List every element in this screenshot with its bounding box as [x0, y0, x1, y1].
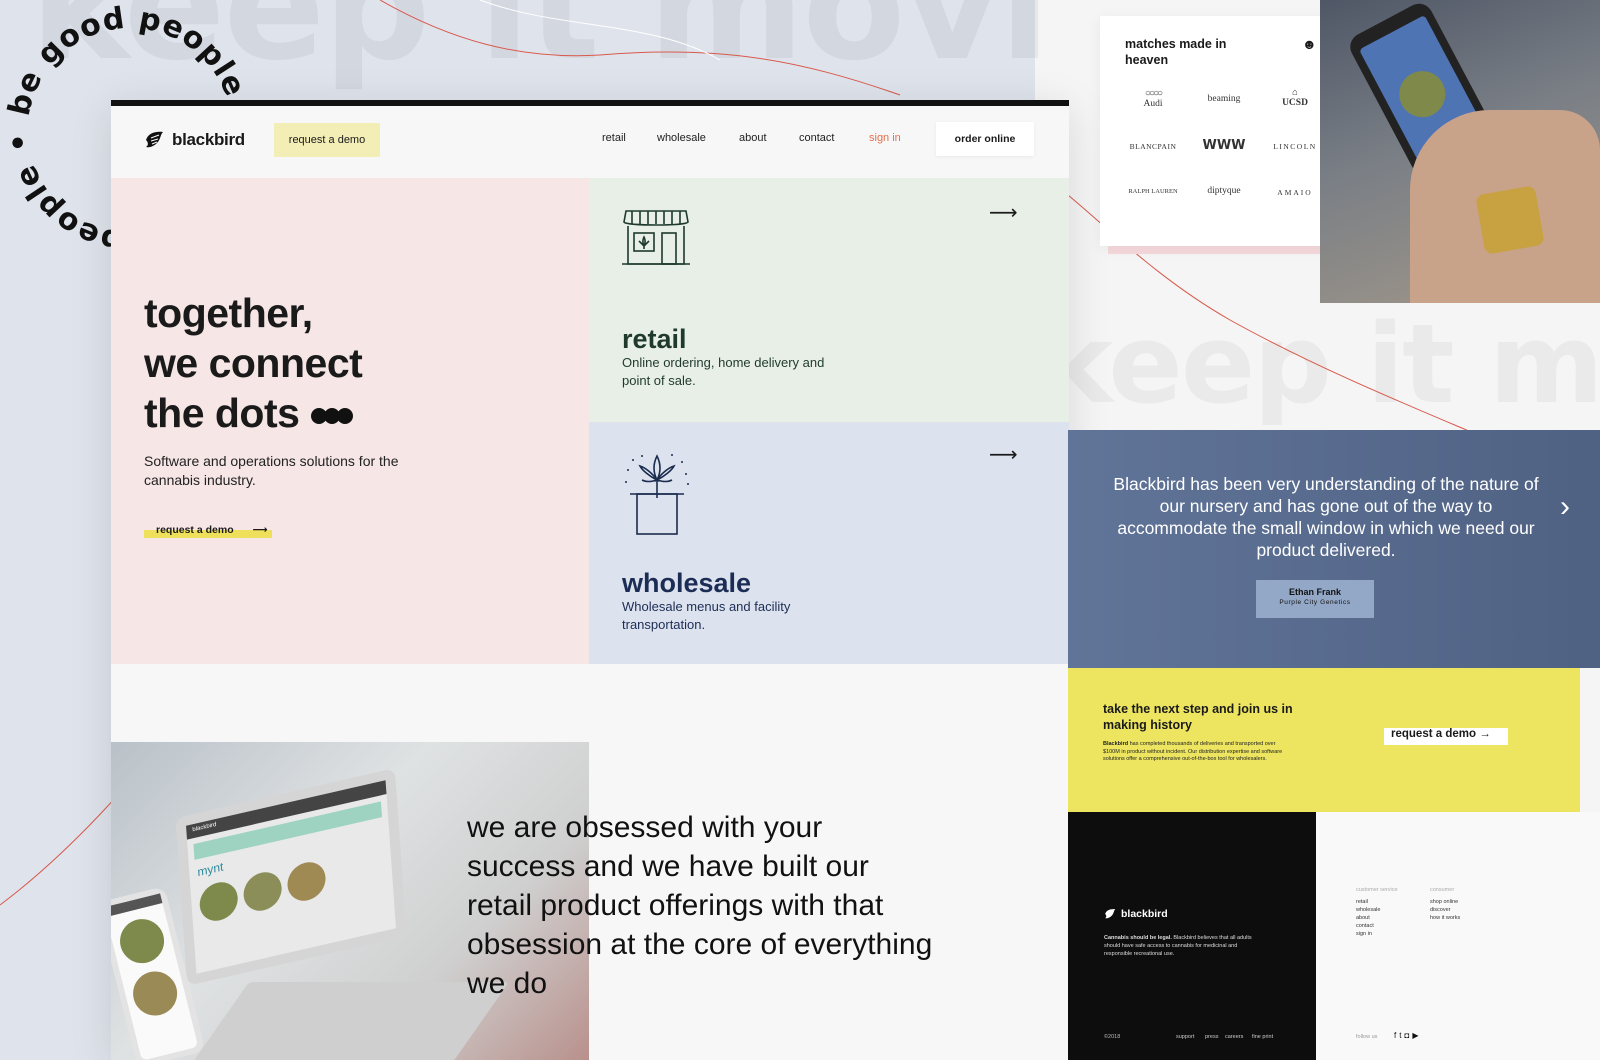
footer-copyright: ©2018	[1104, 1034, 1121, 1040]
footer-link-contact[interactable]: contact	[1356, 922, 1380, 930]
cta-body-bold: Blackbird	[1103, 741, 1129, 747]
request-demo-button[interactable]: request a demo	[274, 123, 380, 157]
arrow-right-icon[interactable]: ⟶	[989, 200, 1018, 225]
hero-request-demo-label: request a demo	[156, 524, 234, 536]
footer-link-discover[interactable]: discover	[1430, 906, 1460, 914]
ghost-headline-right: keep it mov	[1040, 300, 1600, 428]
sign-in-link[interactable]: sign in	[869, 132, 901, 144]
hero-request-demo-link[interactable]: request a demo ⟶	[144, 524, 272, 538]
footer-tagline: Cannabis should be legal. Blackbird beli…	[1104, 934, 1254, 958]
brand-logo-ralph-lauren: RALPH LAUREN	[1128, 188, 1178, 195]
wholesale-title: wholesale	[622, 568, 752, 598]
nav-link-retail[interactable]: retail	[602, 132, 626, 144]
cta-title: take the next step and join us in making…	[1103, 702, 1293, 732]
brands-card: matches made in heaven ☻ ○○○○ Audi beamin…	[1100, 16, 1348, 246]
footer-consumer-heading: consumer	[1430, 887, 1455, 893]
footer-light: customer service retail wholesale about …	[1316, 812, 1600, 1060]
footer-link-press[interactable]: press	[1205, 1034, 1218, 1040]
footer-link-wholesale[interactable]: wholesale	[1356, 906, 1380, 914]
website-mockup: blackbird request a demo retail wholesal…	[111, 100, 1069, 1060]
top-nav: blackbird request a demo retail wholesal…	[111, 106, 1069, 178]
cta-request-demo-button[interactable]: request a demo →	[1384, 728, 1508, 745]
hero-title-line-1: together,	[144, 290, 313, 336]
smiley-icon: ☻	[1302, 36, 1317, 52]
footer-logo-text: blackbird	[1121, 908, 1168, 920]
hero-title-line-3-wrap: the dots	[144, 388, 362, 438]
cta-section: take the next step and join us in making…	[1068, 668, 1580, 812]
wholesale-description: Wholesale menus and facility transportat…	[622, 599, 791, 632]
brands-title: matches made in heaven	[1125, 37, 1227, 67]
storefront-icon	[622, 210, 690, 265]
nav-link-about[interactable]: about	[739, 132, 767, 144]
footer-link-careers[interactable]: careers	[1225, 1034, 1243, 1040]
footer-link-how-it-works[interactable]: how it works	[1430, 914, 1460, 922]
arrow-right-icon: ⟶	[252, 524, 268, 536]
retail-card[interactable]: ⟶ retail Online ordering, home delivery …	[589, 178, 1069, 422]
social-icons: ft◘▶	[1394, 1031, 1421, 1040]
brand-logo-beaming: beaming	[1207, 94, 1241, 104]
hero-title-line-2: we connect	[144, 340, 363, 386]
footer-customer-service-list: retail wholesale about contact sign in	[1356, 898, 1380, 938]
cta-body: Blackbird has completed thousands of del…	[1103, 741, 1283, 764]
nav-link-wholesale[interactable]: wholesale	[657, 132, 706, 144]
footer-link-sign-in[interactable]: sign in	[1356, 930, 1380, 938]
hero-title-line-3: the dots	[144, 390, 300, 436]
blackbird-logo-icon	[1105, 909, 1116, 919]
wholesale-card[interactable]: ⟶ wholesale Wholesale menus and facility…	[589, 422, 1069, 664]
cta-body-text: has completed thousands of deliveries an…	[1103, 741, 1283, 762]
footer-logo[interactable]: blackbird	[1104, 908, 1168, 920]
footer-consumer-list: shop online discover how it works	[1430, 898, 1460, 922]
testimonial-quote: Blackbird has been very understanding of…	[1113, 474, 1539, 560]
chevron-right-icon[interactable]: ›	[1560, 490, 1570, 524]
phone-in-hand-photo	[1320, 0, 1600, 303]
brand-logo-blancpain: BLANCPAIN	[1129, 142, 1177, 151]
hero-title: together, we connect the dots	[144, 288, 363, 438]
arrow-right-icon[interactable]: ⟶	[989, 442, 1018, 467]
hero-subtitle: Software and operations solutions for th…	[144, 453, 399, 488]
testimonial-author-name: Ethan Frank	[1288, 587, 1341, 597]
testimonial-section: Blackbird has been very understanding of…	[1068, 430, 1600, 668]
logo[interactable]: blackbird	[144, 130, 245, 150]
testimonial-author-company: Purple City Genetics	[1279, 599, 1351, 606]
brand-logo-audi: ○○○○ Audi	[1143, 88, 1164, 109]
follow-us-label: follow us	[1356, 1034, 1378, 1040]
hero-section: together, we connect the dots Software a…	[111, 178, 589, 664]
obsession-statement: we are obsessed with your success and we…	[467, 811, 933, 1000]
wristwatch	[1475, 185, 1545, 255]
retail-title: retail	[622, 324, 687, 354]
testimonial-author-badge: Ethan Frank Purple City Genetics	[1256, 580, 1374, 618]
three-dots-icon	[311, 390, 354, 436]
order-online-button[interactable]: order online	[936, 122, 1034, 156]
brand-logo-diptyque: diptyque	[1207, 186, 1241, 196]
laptop-screen: blackbird mynt	[175, 768, 407, 986]
retail-description: Online ordering, home delivery and point…	[622, 355, 825, 388]
youtube-icon[interactable]: ▶	[1412, 1031, 1421, 1040]
footer-dark: blackbird Cannabis should be legal. Blac…	[1068, 812, 1316, 1060]
footer-link-about[interactable]: about	[1356, 914, 1380, 922]
footer-link-fine-print[interactable]: fine print	[1252, 1034, 1273, 1040]
laptop-keyboard	[192, 982, 510, 1060]
footer-link-shop-online[interactable]: shop online	[1430, 898, 1460, 906]
logo-text: blackbird	[172, 130, 245, 149]
blackbird-logo-icon	[146, 131, 163, 148]
box-leaf-icon	[625, 454, 689, 535]
nav-link-contact[interactable]: contact	[799, 132, 834, 144]
footer-tagline-bold: Cannabis should be legal.	[1104, 935, 1172, 941]
footer-link-support[interactable]: support	[1176, 1034, 1194, 1040]
footer-link-retail[interactable]: retail	[1356, 898, 1380, 906]
footer-customer-service-heading: customer service	[1356, 887, 1398, 893]
brand-logo-www: WWW	[1202, 138, 1246, 153]
